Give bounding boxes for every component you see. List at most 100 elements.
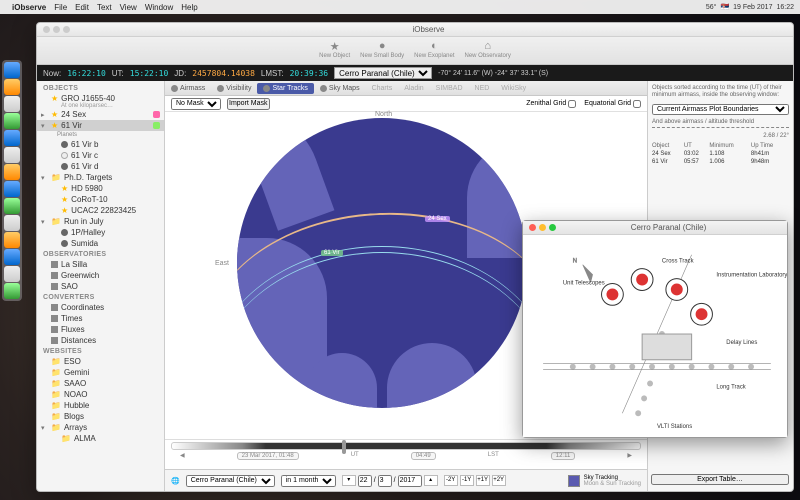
sidebar-item-run[interactable]: ▾📁Run in July xyxy=(37,216,164,227)
new-observatory-button[interactable]: ⌂New Observatory xyxy=(465,39,511,64)
col-uptime[interactable]: Up Time xyxy=(751,142,789,150)
sky-color-swatch[interactable] xyxy=(568,475,580,487)
dock-icon[interactable] xyxy=(4,79,20,95)
bottom-site-select[interactable]: Cerro Paranal (Chile) xyxy=(186,475,275,487)
tab-visibility[interactable]: Visibility xyxy=(211,83,257,94)
table-row[interactable]: 61 Vir 05:57 1.006 9h48m xyxy=(652,158,789,166)
menu-edit[interactable]: Edit xyxy=(75,3,89,12)
sidebar-item-61vird[interactable]: 61 Vir d xyxy=(37,161,164,172)
sidebar-item-eso[interactable]: 📁ESO xyxy=(37,356,164,367)
dock-icon[interactable] xyxy=(4,96,20,112)
timeline-date[interactable]: 23 Mar 2017, 01:48 xyxy=(237,452,299,460)
tab-ned[interactable]: NED xyxy=(469,83,496,94)
sidebar-item-gemini[interactable]: 📁Gemini xyxy=(37,367,164,378)
filter-select[interactable]: Current Airmass Plot Boundaries xyxy=(652,104,789,115)
import-mask-button[interactable]: Import Mask xyxy=(227,98,270,110)
disclosure-icon[interactable]: ▾ xyxy=(41,122,45,130)
sidebar-item-hd5980[interactable]: ★HD 5980 xyxy=(37,183,164,194)
object-label-61vir[interactable]: 61 Vir xyxy=(321,250,343,256)
sidebar-item-lasilla[interactable]: La Silla xyxy=(37,259,164,270)
dock-icon[interactable] xyxy=(4,181,20,197)
menu-window[interactable]: Window xyxy=(145,3,173,12)
tab-airmass[interactable]: Airmass xyxy=(165,83,211,94)
minus-2y-button[interactable]: -2Y xyxy=(444,475,458,486)
sidebar-item-61virb[interactable]: 61 Vir b xyxy=(37,139,164,150)
zenithal-grid-checkbox[interactable]: Zenithal Grid xyxy=(526,100,576,108)
disclosure-icon[interactable]: ▾ xyxy=(41,424,45,432)
sidebar-item-corot[interactable]: ★CoRoT-10 xyxy=(37,194,164,205)
menu-view[interactable]: View xyxy=(120,3,137,12)
dock-icon[interactable] xyxy=(4,62,20,78)
menubar-time[interactable]: 16:22 xyxy=(776,4,794,11)
sidebar-item-ucac[interactable]: ★UCAC2 22823425 xyxy=(37,205,164,216)
tab-wikisky[interactable]: WikiSky xyxy=(495,83,532,94)
menu-text[interactable]: Text xyxy=(97,3,112,12)
sidebar-item-phd[interactable]: ▾📁Ph.D. Targets xyxy=(37,172,164,183)
dock-icon[interactable] xyxy=(4,113,20,129)
dock-icon[interactable] xyxy=(4,130,20,146)
disclosure-icon[interactable]: ▾ xyxy=(41,218,45,226)
traffic-lights[interactable] xyxy=(529,224,556,231)
sky-circle[interactable]: 24 Sex 61 Vir xyxy=(237,118,527,408)
tab-charts[interactable]: Charts xyxy=(366,83,399,94)
site-select[interactable]: Cerro Paranal (Chile) xyxy=(334,67,432,79)
sidebar-item-noao[interactable]: 📁NOAO xyxy=(37,389,164,400)
tab-startracks[interactable]: Star Tracks xyxy=(257,83,313,94)
sidebar-item-sao[interactable]: SAO xyxy=(37,281,164,292)
col-object[interactable]: Object xyxy=(652,142,684,150)
dock-icon[interactable] xyxy=(4,164,20,180)
dock-icon[interactable] xyxy=(4,283,20,299)
sidebar-item-alma[interactable]: 📁ALMA xyxy=(37,433,164,444)
sidebar-item-61vir[interactable]: ▾★61 Vir xyxy=(37,120,164,131)
minus-1y-button[interactable]: -1Y xyxy=(460,475,474,486)
tab-simbad[interactable]: SIMBAD xyxy=(430,83,469,94)
dock-icon[interactable] xyxy=(4,147,20,163)
col-min[interactable]: Minimum xyxy=(709,142,750,150)
sidebar-item-24sex[interactable]: ▸★24 Sex xyxy=(37,109,164,120)
menu-file[interactable]: File xyxy=(54,3,67,12)
sidebar-item-distances[interactable]: Distances xyxy=(37,335,164,346)
object-label-24sex[interactable]: 24 Sex xyxy=(425,216,450,222)
popup-titlebar[interactable]: Cerro Paranal (Chile) xyxy=(523,221,787,235)
moonsun-tracking-label[interactable]: Moon & Sun Tracking xyxy=(584,481,641,487)
date-month[interactable] xyxy=(378,475,392,487)
menubar-date[interactable]: 19 Feb 2017 xyxy=(733,4,772,11)
menu-help[interactable]: Help xyxy=(181,3,197,12)
equatorial-grid-checkbox[interactable]: Equatorial Grid xyxy=(584,100,641,108)
sidebar-item-61virc[interactable]: 61 Vir c xyxy=(37,150,164,161)
sidebar-item-greenwich[interactable]: Greenwich xyxy=(37,270,164,281)
sidebar-item-arrays[interactable]: ▾📁Arrays xyxy=(37,422,164,433)
new-small-body-button[interactable]: ●New Small Body xyxy=(360,39,404,64)
date-step-up[interactable]: ▴ xyxy=(424,475,438,486)
timeline-track[interactable] xyxy=(171,442,641,450)
sidebar-item-sumida[interactable]: Sumida xyxy=(37,238,164,249)
traffic-lights[interactable] xyxy=(43,26,70,33)
date-step-down[interactable]: ▾ xyxy=(342,475,356,486)
sidebar-item-halley[interactable]: 1P/Halley xyxy=(37,227,164,238)
app-name[interactable]: iObserve xyxy=(12,3,46,12)
new-exoplanet-button[interactable]: ◐New Exoplanet xyxy=(414,39,454,64)
timeline-lst[interactable]: 12:11 xyxy=(551,452,576,460)
tab-skymaps[interactable]: Sky Maps xyxy=(314,83,366,94)
sidebar-item-hubble[interactable]: 📁Hubble xyxy=(37,400,164,411)
menubar-flag[interactable]: 🇷🇸 xyxy=(720,3,729,11)
dock-icon[interactable] xyxy=(4,249,20,265)
dock-icon[interactable] xyxy=(4,266,20,282)
plus-1y-button[interactable]: +1Y xyxy=(476,475,490,486)
plus-2y-button[interactable]: +2Y xyxy=(492,475,506,486)
timeline-handle[interactable] xyxy=(342,440,346,454)
dock-icon[interactable] xyxy=(4,232,20,248)
date-year[interactable] xyxy=(398,475,422,487)
disclosure-icon[interactable]: ▾ xyxy=(41,174,45,182)
sidebar-item-blogs[interactable]: 📁Blogs xyxy=(37,411,164,422)
disclosure-icon[interactable]: ▸ xyxy=(41,111,45,119)
mask-select[interactable]: No Mask xyxy=(171,98,221,110)
sidebar-item-gro[interactable]: ★GRO J1655-40 xyxy=(37,93,164,104)
titlebar[interactable]: iObserve xyxy=(37,23,793,37)
span-select[interactable]: in 1 month xyxy=(281,475,336,487)
dock-icon[interactable] xyxy=(4,215,20,231)
new-object-button[interactable]: ★New Object xyxy=(319,39,350,64)
sidebar-item-saao[interactable]: 📁SAAO xyxy=(37,378,164,389)
tab-aladin[interactable]: Aladin xyxy=(398,83,429,94)
timeline-ut[interactable]: 04:49 xyxy=(411,452,436,460)
